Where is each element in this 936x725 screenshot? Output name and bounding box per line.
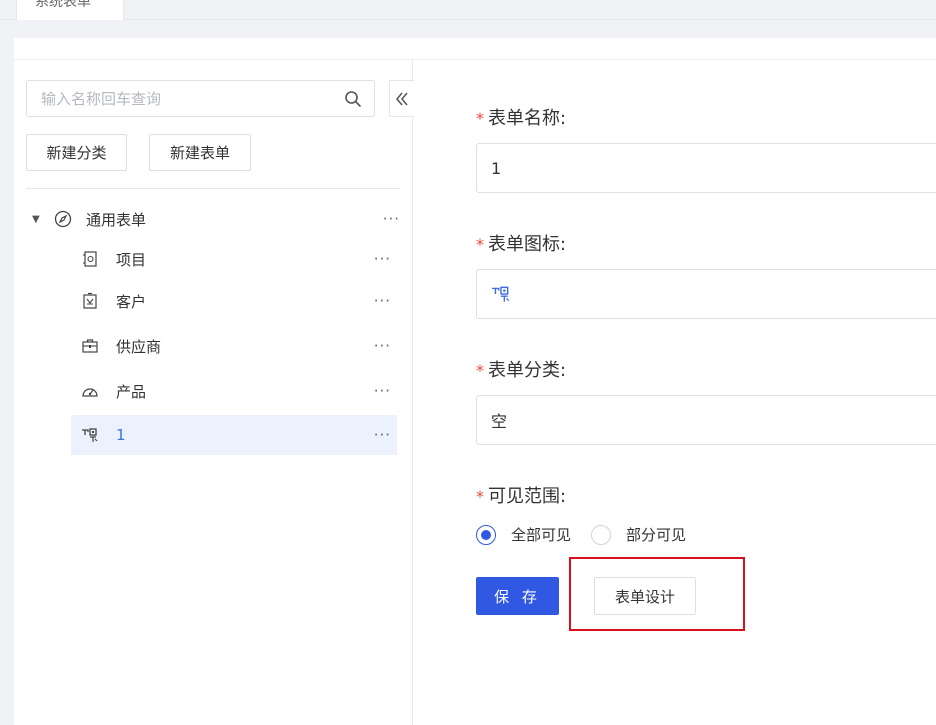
search-icon[interactable]: [344, 90, 362, 108]
label-text: 可见范围:: [488, 486, 567, 507]
tree-root-general-forms[interactable]: ▼ 通用表单 ···: [26, 199, 400, 239]
new-form-button[interactable]: 新建表单: [149, 134, 251, 171]
tree-item-label: 1: [116, 426, 126, 444]
visibility-label: * 可见范围:: [476, 482, 566, 508]
tree-item-supplier[interactable]: 供应商 ···: [71, 326, 397, 366]
form-category-label: * 表单分类:: [476, 356, 566, 382]
label-text: 表单分类:: [488, 360, 567, 381]
form-category-select[interactable]: 空: [476, 395, 936, 445]
new-category-button[interactable]: 新建分类: [26, 134, 127, 171]
contact-card-icon: [83, 292, 97, 309]
required-mark: *: [476, 361, 484, 380]
panel-header: [14, 38, 936, 60]
form-icon-picker[interactable]: [476, 269, 936, 319]
form-name-label: * 表单名称:: [476, 104, 566, 130]
qr-code-icon: [492, 286, 510, 302]
tree-item-label: 产品: [116, 382, 147, 401]
radio-label[interactable]: 全部可见: [511, 524, 571, 545]
tree-item-label: 项目: [116, 250, 147, 269]
tree-root-label: 通用表单: [86, 210, 147, 229]
tab-system-forms[interactable]: 系统表单: [16, 0, 124, 20]
form-icon-label: * 表单图标:: [476, 230, 566, 256]
tree-item-1[interactable]: 1 ···: [71, 415, 397, 455]
label-text: 表单图标:: [488, 234, 567, 255]
select-value: 空: [491, 412, 508, 431]
divider: [26, 188, 400, 189]
tree-item-label: 客户: [116, 292, 147, 311]
gauge-icon: [82, 388, 98, 397]
search-input[interactable]: [27, 81, 317, 116]
required-mark: *: [476, 235, 484, 254]
form-editor: * 表单名称: 1 * 表单图标: * 表单分类: 空 * 可见范围: 全部可见…: [414, 60, 936, 725]
label-text: 表单名称:: [488, 108, 567, 129]
double-chevron-left-icon: [396, 92, 408, 105]
radio-partially-visible[interactable]: [591, 524, 612, 545]
tab-bar: 系统表单: [0, 0, 936, 20]
save-button[interactable]: 保 存: [476, 577, 559, 615]
more-icon[interactable]: ···: [374, 250, 391, 268]
briefcase-icon: [82, 339, 98, 353]
compass-icon: [54, 210, 72, 228]
collapse-sidebar-button[interactable]: [389, 80, 414, 117]
more-icon[interactable]: ···: [374, 337, 391, 355]
required-mark: *: [476, 109, 484, 128]
sidebar: 新建分类 新建表单 ▼ 通用表单 ··· 项目 ···: [14, 60, 414, 725]
qr-code-icon: [82, 428, 98, 442]
more-icon[interactable]: ···: [374, 426, 391, 444]
visibility-radio-group: 全部可见 部分可见: [476, 524, 706, 545]
radio-all-visible[interactable]: [476, 524, 496, 545]
more-icon[interactable]: ···: [374, 382, 391, 400]
radio-label[interactable]: 部分可见: [626, 524, 686, 545]
required-mark: *: [476, 487, 484, 506]
tree-item-customer[interactable]: 客户 ···: [71, 281, 397, 321]
form-design-button[interactable]: 表单设计: [594, 577, 696, 615]
tree-item-project[interactable]: 项目 ···: [71, 239, 397, 279]
caret-down-icon[interactable]: ▼: [32, 214, 42, 225]
tree-item-product[interactable]: 产品 ···: [71, 371, 397, 411]
main-panel: 新建分类 新建表单 ▼ 通用表单 ··· 项目 ···: [14, 38, 936, 725]
input-value: 1: [491, 158, 502, 178]
more-icon[interactable]: ···: [374, 292, 391, 310]
document-icon: [83, 251, 97, 267]
search-box: [26, 80, 375, 117]
form-name-input[interactable]: 1: [476, 143, 936, 193]
more-icon[interactable]: ···: [383, 210, 400, 228]
tree-item-label: 供应商: [116, 337, 162, 356]
